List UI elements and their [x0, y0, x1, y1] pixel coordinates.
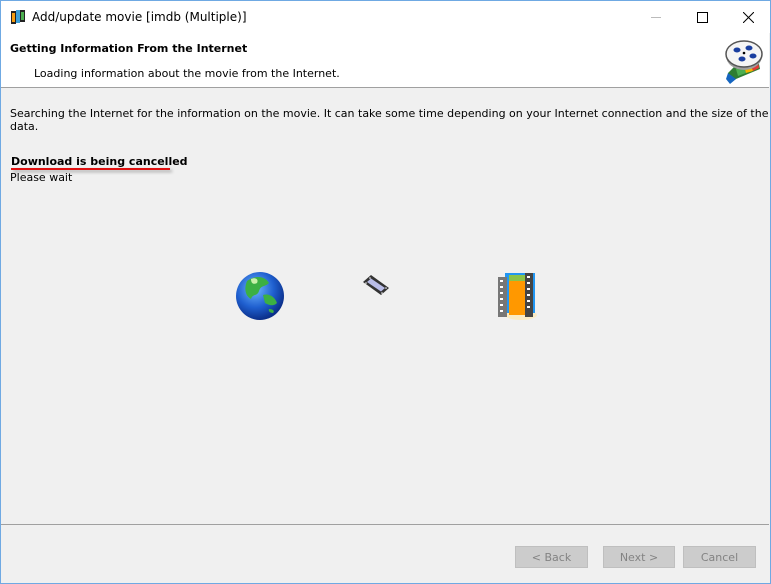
- window-title: Add/update movie [imdb (Multiple)]: [32, 10, 247, 24]
- globe-icon: [236, 272, 284, 320]
- maximize-button[interactable]: [679, 1, 725, 33]
- status-underline: [11, 168, 170, 170]
- status-text: Download is being cancelled: [11, 155, 188, 168]
- wizard-header: Getting Information From the Internet Lo…: [1, 33, 769, 88]
- header-title: Getting Information From the Internet: [10, 42, 248, 55]
- film-strip-icon: [11, 10, 25, 24]
- back-button[interactable]: < Back: [515, 546, 588, 568]
- close-button[interactable]: [725, 1, 771, 33]
- status-note: Please wait: [10, 171, 73, 184]
- next-button[interactable]: Next >: [603, 546, 675, 568]
- film-reel-icon: [725, 40, 763, 84]
- maximize-icon: [696, 11, 708, 23]
- close-icon: [742, 11, 754, 23]
- title-bar[interactable]: Add/update movie [imdb (Multiple)]: [1, 1, 770, 33]
- film-frame-icon: [363, 275, 389, 295]
- minimize-icon: [651, 17, 661, 18]
- footer-divider: [1, 524, 769, 525]
- cancel-button[interactable]: Cancel: [683, 546, 756, 568]
- film-collection-icon: [498, 273, 537, 320]
- header-subtitle: Loading information about the movie from…: [34, 67, 340, 80]
- description-text: Searching the Internet for the informati…: [10, 107, 769, 133]
- add-update-movie-window: Add/update movie [imdb (Multiple)] Getti…: [0, 0, 771, 584]
- minimize-button[interactable]: [633, 1, 679, 33]
